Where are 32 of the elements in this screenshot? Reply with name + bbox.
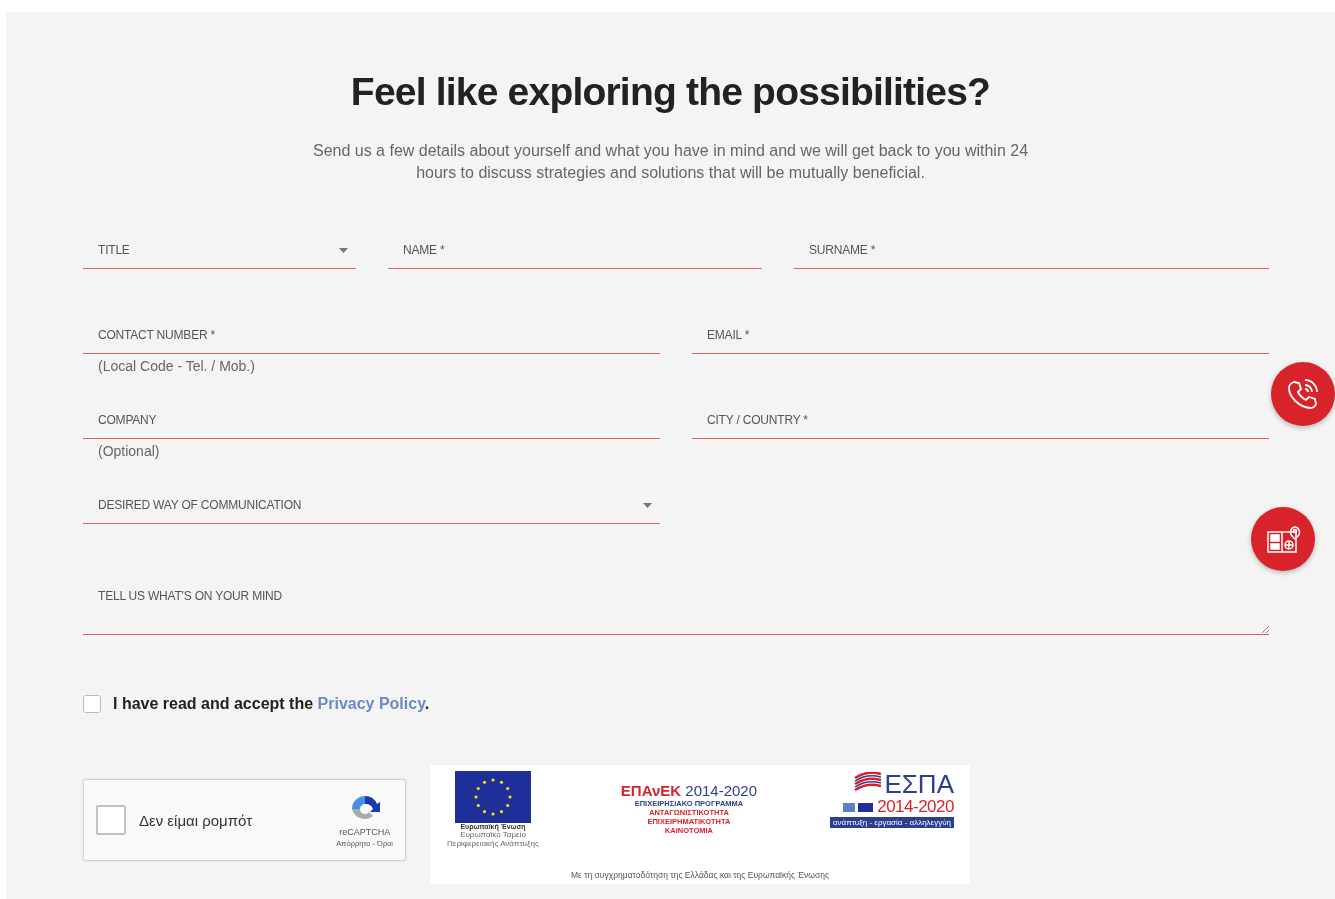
catalog-button[interactable] xyxy=(1251,507,1315,571)
phone-icon xyxy=(1286,377,1320,411)
privacy-consent-text: I have read and accept the Privacy Policy. xyxy=(113,695,430,713)
eu-logo-subtitle: Ευρωπαϊκό Ταμείο Περιφερειακής Ανάπτυξης xyxy=(446,830,540,848)
intro-text: Send us a few details about yourself and what you have in mind and we will get back to you within 24 hours to discuss strategies and solutions that will be mutually beneficial. xyxy=(311,141,1030,183)
text-field[interactable]: CITY / COUNTRY * xyxy=(692,402,1269,439)
message-field[interactable]: TELL US WHAT'S ON YOUR MIND xyxy=(83,572,1269,635)
caret-icon xyxy=(339,247,348,253)
espa-motto: ανάπτυξη - εργασία - αλληλεγγύη xyxy=(829,817,954,828)
text-field[interactable]: EMAIL * xyxy=(692,317,1269,354)
captcha-label: Δεν είμαι ρομπότ xyxy=(139,811,254,829)
text-field[interactable]: NAME * xyxy=(388,232,762,269)
caret-icon xyxy=(643,502,652,508)
text-field[interactable]: COMPANY xyxy=(83,402,660,439)
epanek-logo-title: ΕΠΑνΕΚ 2014-2020 xyxy=(620,783,758,799)
dropdown-field[interactable]: TITLE xyxy=(83,232,356,269)
page-heading: Feel like exploring the possibilities? xyxy=(349,70,992,114)
recaptcha-brand: reCAPTCHA xyxy=(339,826,391,837)
espa-years: 2014-2020 xyxy=(877,798,954,816)
resize-handle-icon[interactable] xyxy=(1261,625,1269,633)
phone-call-button[interactable] xyxy=(1271,362,1335,426)
text-field[interactable]: CONTACT NUMBER * xyxy=(83,317,660,354)
cofunding-note: Με τη συγχρηματοδότηση της Ελλάδας και της Ευρωπαϊκής Ένωσης xyxy=(569,870,831,880)
text-field[interactable]: SURNAME * xyxy=(794,232,1269,269)
privacy-checkbox[interactable] xyxy=(83,695,101,713)
espa-logo-title: ΕΣΠΑ xyxy=(884,771,954,797)
flags-icon xyxy=(843,802,874,812)
field-hint: (Optional) xyxy=(97,442,160,459)
eu-flag-icon xyxy=(455,771,531,823)
captcha-checkbox[interactable] xyxy=(96,805,126,835)
dropdown-field[interactable]: DESIRED WAY OF COMMUNICATION xyxy=(83,487,660,524)
field-hint: (Local Code - Tel. / Mob.) xyxy=(97,357,255,374)
